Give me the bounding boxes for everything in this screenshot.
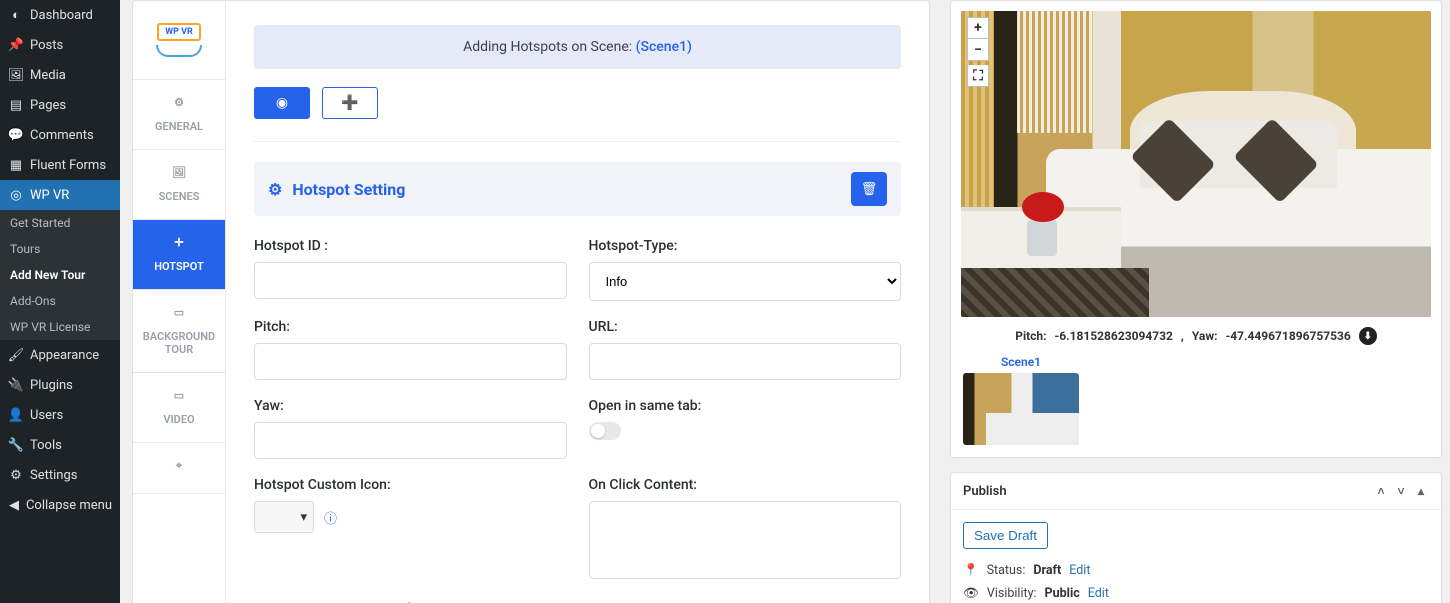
plus-icon: ➕: [341, 95, 358, 111]
publish-title: Publish: [963, 484, 1007, 499]
menu-plugins[interactable]: 🔌Plugins: [0, 370, 120, 400]
status-value: Draft: [1033, 563, 1061, 578]
delete-hotspot-button[interactable]: 🗑: [851, 172, 887, 206]
add-hotspot-button[interactable]: ➕: [322, 87, 378, 119]
publish-panel: Publish ˄ ˅ ▴ Save Draft 📍 Status: Draft…: [950, 472, 1442, 603]
custom-icon-label: Hotspot Custom Icon:: [254, 477, 567, 493]
trash-icon: 🗑: [861, 182, 878, 197]
hotspot-type-label: Hotspot-Type:: [589, 238, 902, 254]
wpvr-logo: WP VR: [133, 1, 225, 80]
pin-icon: 📌: [8, 37, 24, 53]
fullscreen-button[interactable]: ⛶: [967, 65, 989, 87]
menu-users[interactable]: 👤Users: [0, 400, 120, 430]
submenu-license[interactable]: WP VR License: [0, 314, 120, 340]
panel-down-button[interactable]: ˅: [1393, 483, 1409, 499]
media-icon: 🖼: [8, 67, 24, 83]
menu-pages[interactable]: ▤Pages: [0, 90, 120, 120]
eye-icon: 👁: [963, 586, 979, 601]
key-icon: 📍: [963, 563, 979, 578]
tab-hotspot[interactable]: ✛ HOTSPOT: [133, 220, 225, 290]
yaw-input[interactable]: [254, 422, 567, 459]
tab-scenes[interactable]: 🖼 SCENES: [133, 150, 225, 220]
zoom-out-button[interactable]: −: [967, 39, 989, 61]
pitch-yaw-readout: Pitch: -6.181528623094732, Yaw: -47.4496…: [961, 327, 1431, 345]
vertical-tabs: WP VR ⚙ GENERAL 🖼 SCENES ✛ HOTSPOT: [133, 1, 226, 603]
slider-icon: ⚙: [8, 467, 24, 483]
hotspot-id-input[interactable]: [254, 262, 567, 299]
menu-tools[interactable]: 🔧Tools: [0, 430, 120, 460]
location-icon: ⌖: [170, 459, 188, 477]
menu-wpvr[interactable]: ◎WP VR: [0, 180, 120, 210]
visibility-label: Visibility:: [987, 586, 1037, 601]
edit-visibility-link[interactable]: Edit: [1088, 586, 1109, 601]
url-input[interactable]: [589, 343, 902, 380]
scene-link[interactable]: (Scene1): [636, 39, 692, 55]
menu-posts[interactable]: 📌Posts: [0, 30, 120, 60]
menu-appearance[interactable]: 🖌Appearance: [0, 340, 120, 370]
brush-icon: 🖌: [8, 347, 24, 363]
vr-icon: ◎: [8, 187, 24, 203]
tab-more[interactable]: ⌖: [133, 443, 225, 494]
tab-video[interactable]: ▭ VIDEO: [133, 373, 225, 443]
plug-icon: 🔌: [8, 377, 24, 393]
pitch-label: Pitch:: [254, 319, 567, 335]
info-icon[interactable]: ⓘ: [324, 508, 337, 527]
gear-icon: ⚙: [268, 180, 282, 199]
submenu-add-new-tour[interactable]: Add New Tour: [0, 262, 120, 288]
target-icon: ◉: [276, 95, 288, 111]
tab-background-tour[interactable]: ▭ BACKGROUND TOUR: [133, 290, 225, 373]
panel-collapse-button[interactable]: ▴: [1413, 483, 1429, 499]
edit-status-link[interactable]: Edit: [1069, 563, 1090, 578]
zoom-in-button[interactable]: +: [967, 17, 989, 39]
tab-general[interactable]: ⚙ GENERAL: [133, 80, 225, 150]
submenu-tours[interactable]: Tours: [0, 236, 120, 262]
open-same-tab-toggle[interactable]: [589, 422, 621, 440]
status-label: Status:: [987, 563, 1026, 578]
wp-admin-sidebar: ◐Dashboard 📌Posts 🖼Media ▤Pages 💬Comment…: [0, 0, 120, 603]
menu-fluent-forms[interactable]: ▦Fluent Forms: [0, 150, 120, 180]
hotspot-id-label: Hotspot ID :: [254, 238, 567, 254]
comment-icon: 💬: [8, 127, 24, 143]
scene-banner: Adding Hotspots on Scene: (Scene1): [254, 25, 901, 69]
panel-up-button[interactable]: ˄: [1373, 483, 1389, 499]
hotspot-type-select[interactable]: Info: [589, 262, 902, 301]
submenu-get-started[interactable]: Get Started: [0, 210, 120, 236]
menu-settings[interactable]: ⚙Settings: [0, 460, 120, 490]
wrench-icon: 🔧: [8, 437, 24, 453]
section-title: Hotspot Setting: [292, 180, 405, 199]
scene-thumb-label: Scene1: [1001, 355, 1041, 369]
chevron-down-icon: ▾: [300, 510, 307, 525]
panorama-preview[interactable]: + − ⛶: [961, 11, 1431, 317]
menu-comments[interactable]: 💬Comments: [0, 120, 120, 150]
form-icon: ▦: [8, 157, 24, 173]
scene-thumbnail[interactable]: Scene1: [963, 355, 1079, 445]
preview-panel: + − ⛶ Pitch: -6.181528623094732, Yaw: -4…: [950, 0, 1442, 458]
yaw-label: Yaw:: [254, 398, 567, 414]
on-click-label: On Click Content:: [589, 477, 902, 493]
open-same-tab-label: Open in same tab:: [589, 398, 902, 414]
crosshair-icon: ✛: [170, 236, 188, 254]
download-coords-button[interactable]: ⬇: [1359, 327, 1377, 345]
video-icon: ▭: [170, 389, 188, 407]
url-label: URL:: [589, 319, 902, 335]
gear-icon: ⚙: [170, 96, 188, 114]
menu-dashboard[interactable]: ◐Dashboard: [0, 0, 120, 30]
download-icon: ⬇: [1364, 331, 1372, 342]
user-icon: 👤: [8, 407, 24, 423]
menu-collapse[interactable]: ◀Collapse menu: [0, 490, 120, 520]
on-click-textarea[interactable]: [589, 501, 902, 579]
image-icon: 🖼: [170, 166, 188, 184]
save-draft-button[interactable]: Save Draft: [963, 522, 1048, 549]
hotspot-active-button[interactable]: ◉: [254, 87, 310, 119]
custom-icon-select[interactable]: ▾: [254, 501, 314, 533]
visibility-value: Public: [1045, 586, 1080, 601]
menu-media[interactable]: 🖼Media: [0, 60, 120, 90]
gauge-icon: ◐: [8, 7, 24, 23]
collapse-icon: ◀: [8, 497, 20, 513]
pitch-input[interactable]: [254, 343, 567, 380]
submenu-addons[interactable]: Add-Ons: [0, 288, 120, 314]
device-icon: ▭: [170, 306, 188, 324]
page-icon: ▤: [8, 97, 24, 113]
